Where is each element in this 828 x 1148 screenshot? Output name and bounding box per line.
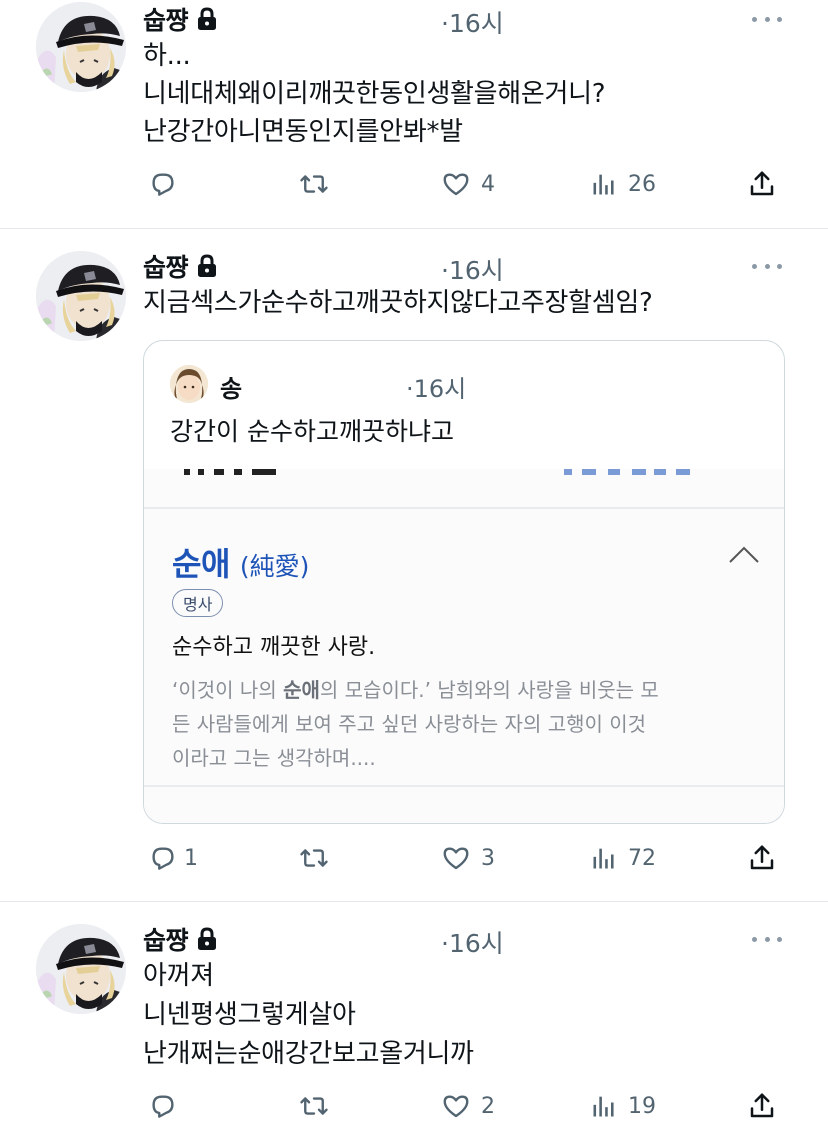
reply-count: 1 [184,845,198,871]
avatar[interactable] [36,2,126,92]
tweet[interactable]: 숩쨩 ·16시 아꺼져 니넨평생그렇게살아 난개쩌는순애강간보고올거니까 2 1… [0,902,828,1148]
share-button[interactable] [747,164,777,204]
lock-icon [196,7,218,31]
retweet-icon [300,849,328,867]
author-row: 숩쨩 [143,2,218,36]
more-icon[interactable] [752,932,782,946]
quote-author-name[interactable]: 송 [220,369,242,404]
reply-button[interactable] [148,1086,188,1126]
tweet-text-line: 하... [143,41,191,71]
views-count: 19 [628,1093,656,1119]
tweet-actions: 4 26 [0,164,828,204]
retweet-button[interactable] [298,164,340,204]
dictionary-word: 순애 [172,545,230,583]
tweet[interactable]: 숩쨩 ·16시 지금섹스가순수하고깨끗하지않다고주장할셈임? 송 ·16시 강간… [0,229,828,901]
tweet-time[interactable]: ·16시 [441,4,504,40]
dictionary-example-line: 든 사람들에게 보여 주고 싶던 사랑하는 자의 고행이 이것 [172,712,647,736]
quote-tweet[interactable]: 송 ·16시 강간이 순수하고깨끗하냐고 순애 (純愛) 명사 순수하고 깨끗한… [143,340,785,824]
share-button[interactable] [747,1086,777,1126]
dictionary-example-line: ‘이것이 나의 순애의 모습이다.’ 남희와의 사랑을 비웃는 모 [172,678,659,702]
retweet-button[interactable] [298,838,340,878]
reply-button[interactable]: 1 [148,838,198,878]
views-button[interactable]: 19 [590,1086,656,1126]
tweet-actions: 2 19 [0,1086,828,1126]
views-button[interactable]: 72 [590,838,656,878]
views-count: 26 [628,171,656,197]
tweet-time[interactable]: ·16시 [441,924,504,960]
author-name[interactable]: 숩쨩 [143,248,189,284]
quote-avatar [170,365,208,403]
divider [144,785,784,787]
retweet-icon [300,1097,328,1115]
reply-button[interactable] [148,164,188,204]
tweet-text-line: 아꺼져 [143,961,214,991]
chevron-up-icon [729,546,759,563]
reply-icon [152,173,174,196]
author-row: 숩쨩 [143,922,218,956]
part-of-speech-badge: 명사 [172,589,224,617]
like-button[interactable]: 2 [441,1086,495,1126]
divider [144,507,784,509]
like-count: 4 [481,171,495,197]
share-icon [750,845,774,870]
more-icon[interactable] [752,259,782,273]
heart-icon [443,173,469,196]
tweet-text-line: 난개쩌는순애강간보고올거니까 [143,1039,474,1069]
tweet-actions: 1 3 72 [0,838,828,878]
author-name[interactable]: 숩쨩 [143,1,189,37]
tweet-text-line: 니넨평생그렇게살아 [143,1000,356,1030]
dictionary-definition: 순수하고 깨끗한 사랑. [172,635,376,660]
dictionary-example-line: 이라고 그는 생각하며.... [172,746,376,770]
like-button[interactable]: 4 [441,164,495,204]
tweet-text-line: 지금섹스가순수하고깨끗하지않다고주장할셈임? [143,288,653,318]
dictionary-headword: 순애 (純愛) [172,539,309,585]
retweet-button[interactable] [298,1086,340,1126]
heart-icon [443,847,469,870]
author-row: 숩쨩 [143,249,218,283]
like-button[interactable]: 3 [441,838,495,878]
cropped-text-fragment [184,469,690,475]
views-button[interactable]: 26 [590,164,656,204]
tweet[interactable]: 숩쨩 ·16시 하... 니네대체왜이리깨끗한동인생활을해온거니? 난강간아니면… [0,0,828,228]
retweet-icon [300,175,328,193]
like-count: 3 [481,845,495,871]
tweet-text-line: 난강간아니면동인지를안봐*발 [143,117,463,147]
lock-icon [196,254,218,278]
tweet-time[interactable]: ·16시 [441,251,504,287]
views-count: 72 [628,845,656,871]
quote-time[interactable]: ·16시 [406,369,466,404]
quote-image[interactable]: 순애 (純愛) 명사 순수하고 깨끗한 사랑. ‘이것이 나의 순애의 모습이다… [144,469,784,823]
avatar[interactable] [36,251,126,341]
share-button[interactable] [747,838,777,878]
heart-icon [443,1095,469,1118]
views-icon [593,1096,614,1117]
views-icon [593,848,614,869]
reply-icon [152,1095,174,1118]
avatar[interactable] [36,924,126,1014]
share-icon [750,171,774,196]
more-icon[interactable] [752,12,782,26]
quote-text: 강간이 순수하고깨끗하냐고 [170,417,454,446]
like-count: 2 [481,1093,495,1119]
author-name[interactable]: 숩쨩 [143,921,189,957]
reply-icon [152,847,174,870]
views-icon [593,174,614,195]
dictionary-hanja: (純愛) [239,552,310,581]
tweet-text-line: 니네대체왜이리깨끗한동인생활을해온거니? [143,79,606,109]
lock-icon [196,927,218,951]
share-icon [750,1093,774,1118]
